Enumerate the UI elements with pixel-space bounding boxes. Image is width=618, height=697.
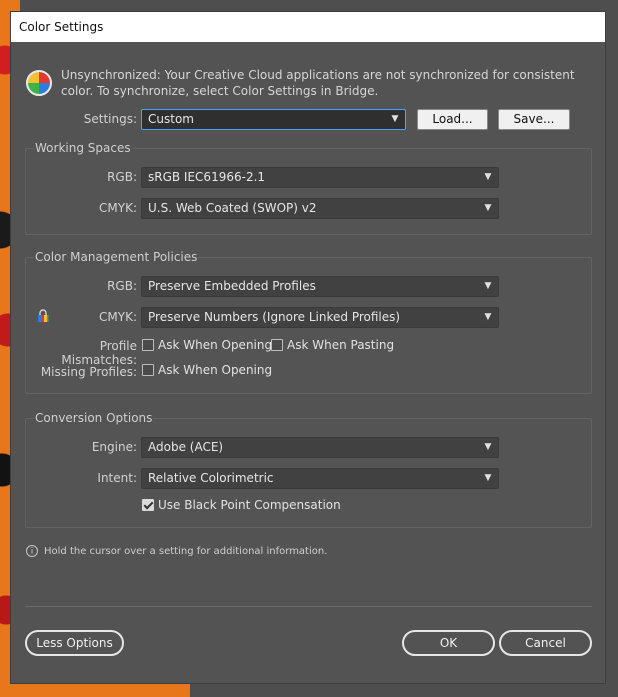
mismatch-ask-pasting-checkbox[interactable] (271, 339, 283, 351)
chevron-down-icon: ▼ (391, 114, 399, 124)
policy-cmyk-select[interactable]: Preserve Numbers (Ignore Linked Profiles… (141, 307, 499, 328)
ws-rgb-label: RGB: (107, 170, 137, 184)
mismatch-ask-opening-label[interactable]: Ask When Opening (158, 338, 272, 352)
ws-cmyk-select[interactable]: U.S. Web Coated (SWOP) v2 ▼ (141, 198, 499, 219)
save-button[interactable]: Save... (498, 109, 570, 130)
hint-text: Hold the cursor over a setting for addit… (44, 546, 328, 557)
missing-ask-opening-checkbox[interactable] (142, 364, 154, 376)
policies-title: Color Management Policies (34, 250, 199, 264)
load-button[interactable]: Load... (417, 109, 488, 130)
missing-ask-opening-label[interactable]: Ask When Opening (158, 363, 272, 377)
missing-profiles-label: Missing Profiles: (40, 365, 137, 379)
sync-message: Unsynchronized: Your Creative Cloud appl… (61, 68, 575, 98)
engine-label: Engine: (91, 440, 137, 454)
engine-value: Adobe (ACE) (148, 440, 224, 454)
intent-select[interactable]: Relative Colorimetric ▼ (141, 468, 499, 489)
window-title: Color Settings (11, 12, 605, 42)
cancel-button[interactable]: Cancel (499, 630, 592, 656)
ws-cmyk-label: CMYK: (99, 201, 137, 215)
conversion-title: Conversion Options (34, 411, 154, 425)
black-point-compensation-label[interactable]: Use Black Point Compensation (158, 498, 341, 512)
chevron-down-icon: ▼ (484, 473, 492, 483)
policy-rgb-value: Preserve Embedded Profiles (148, 279, 316, 293)
settings-select-value: Custom (148, 112, 194, 126)
working-spaces-group (25, 148, 592, 235)
mismatch-ask-pasting-label[interactable]: Ask When Pasting (287, 338, 394, 352)
settings-select[interactable]: Custom ▼ (141, 109, 406, 130)
working-spaces-title: Working Spaces (34, 141, 132, 155)
black-point-compensation-checkbox[interactable] (142, 499, 154, 511)
info-icon: i (26, 545, 38, 557)
chevron-down-icon: ▼ (484, 172, 492, 182)
chevron-down-icon: ▼ (484, 442, 492, 452)
engine-select[interactable]: Adobe (ACE) ▼ (141, 437, 499, 458)
policy-rgb-select[interactable]: Preserve Embedded Profiles ▼ (141, 276, 499, 297)
ok-button[interactable]: OK (402, 630, 495, 656)
intent-value: Relative Colorimetric (148, 471, 274, 485)
intent-label: Intent: (97, 471, 137, 485)
color-wheel-icon (26, 70, 52, 96)
footer-divider (25, 606, 592, 607)
background-artwork-bottom (20, 684, 190, 697)
color-settings-dialog: Color Settings Unsynchronized: Your Crea… (10, 11, 606, 684)
ws-rgb-value: sRGB IEC61966-2.1 (148, 170, 266, 184)
ws-cmyk-value: U.S. Web Coated (SWOP) v2 (148, 201, 317, 215)
profile-mismatches-label: Profile Mismatches: (61, 339, 137, 367)
chevron-down-icon: ▼ (484, 312, 492, 322)
less-options-button[interactable]: Less Options (25, 630, 124, 656)
policy-cmyk-label: CMYK: (99, 310, 137, 324)
policy-rgb-label: RGB: (107, 279, 137, 293)
policy-cmyk-value: Preserve Numbers (Ignore Linked Profiles… (148, 310, 401, 324)
ws-rgb-select[interactable]: sRGB IEC61966-2.1 ▼ (141, 167, 499, 188)
chevron-down-icon: ▼ (484, 203, 492, 213)
settings-label: Settings: (83, 112, 137, 126)
mismatch-ask-opening-checkbox[interactable] (142, 339, 154, 351)
chevron-down-icon: ▼ (484, 281, 492, 291)
